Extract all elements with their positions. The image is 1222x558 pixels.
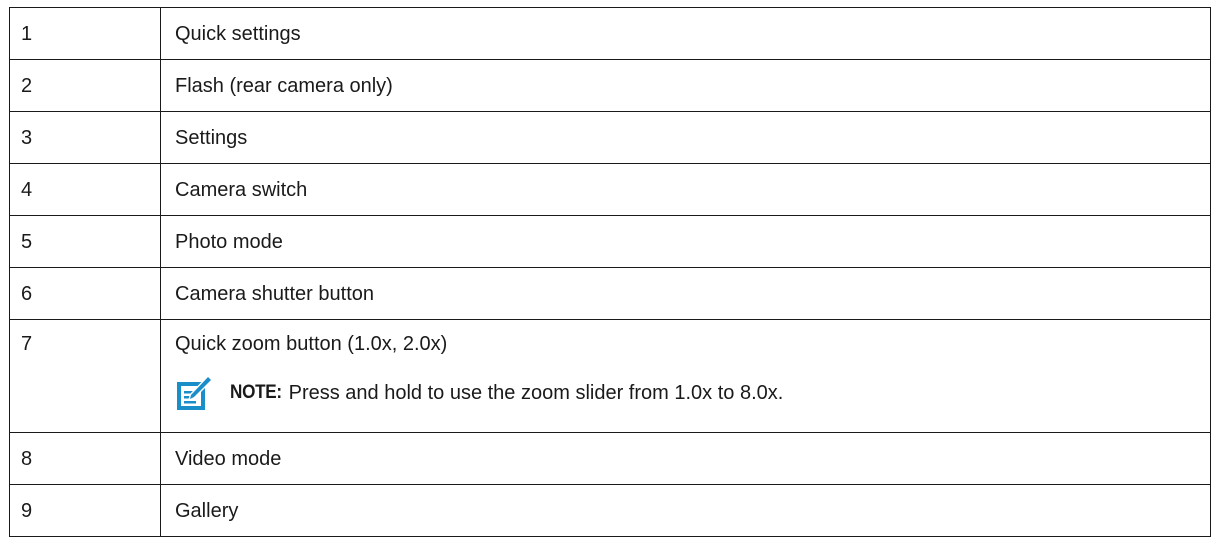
callout-number: 9 [9,484,161,537]
callout-description: Gallery [160,484,1211,537]
table-row: 5 Photo mode [9,215,1211,268]
callout-description-cell: Quick zoom button (1.0x, 2.0x) NOTE: Pre… [160,319,1211,433]
table-row: 3 Settings [9,111,1211,164]
table-row: 1 Quick settings [9,7,1211,60]
table-row: 9 Gallery [9,484,1211,537]
callout-description: Photo mode [160,215,1211,268]
callout-description: Quick settings [160,7,1211,60]
table-row: 7 Quick zoom button (1.0x, 2.0x) NOTE: P… [9,319,1211,433]
callout-number: 1 [9,7,161,60]
callout-description: Camera shutter button [160,267,1211,320]
table-row: 6 Camera shutter button [9,267,1211,320]
table-row: 4 Camera switch [9,163,1211,216]
callout-number: 5 [9,215,161,268]
callout-number: 2 [9,59,161,112]
callout-number: 6 [9,267,161,320]
callout-description: Camera switch [160,163,1211,216]
callout-description: Quick zoom button (1.0x, 2.0x) [175,333,448,355]
callout-number: 8 [9,432,161,485]
note-block: NOTE: Press and hold to use the zoom sli… [175,373,1210,413]
note-text: Press and hold to use the zoom slider fr… [288,382,784,404]
note-pencil-icon [177,375,213,410]
callout-description: Video mode [160,432,1211,485]
callout-number: 7 [21,333,33,355]
callout-description: Flash (rear camera only) [160,59,1211,112]
callout-number: 4 [9,163,161,216]
note-label: NOTE: [230,381,282,403]
callout-number-cell: 7 [9,319,161,433]
callout-description: Settings [160,111,1211,164]
table-row: 2 Flash (rear camera only) [9,59,1211,112]
table-row: 8 Video mode [9,432,1211,485]
callout-number: 3 [9,111,161,164]
camera-callout-table: 1 Quick settings 2 Flash (rear camera on… [9,7,1211,537]
